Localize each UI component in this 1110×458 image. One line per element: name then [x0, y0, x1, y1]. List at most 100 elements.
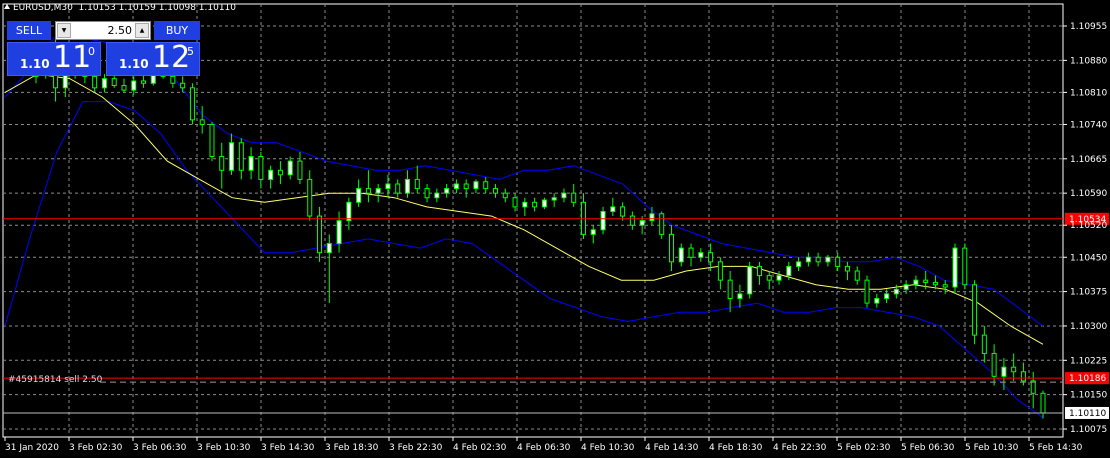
lot-size-value[interactable]: 2.50	[108, 22, 133, 39]
candle-body	[336, 220, 342, 245]
moving-average-line	[4, 73, 1044, 345]
candle-body	[708, 252, 714, 263]
x-tick-label: 5 Feb 02:30	[837, 443, 891, 453]
candle-body	[688, 247, 694, 258]
candle-body	[375, 188, 381, 194]
lot-size-field[interactable]: ▼ 2.50 ▲	[55, 21, 151, 40]
x-tick-label: 4 Feb 02:30	[453, 443, 507, 453]
collapse-triangle-icon[interactable]	[4, 4, 10, 9]
candle-body	[1011, 366, 1017, 373]
candle-body	[747, 265, 753, 295]
order-lines[interactable]: 1.105341.101861.10110#45915814 sell 2.50	[3, 212, 1109, 419]
candle-body	[727, 279, 733, 299]
x-tick-label: 5 Feb 14:30	[1029, 443, 1083, 453]
candle-body	[962, 247, 968, 286]
candle-body	[952, 247, 958, 288]
candle-body	[659, 213, 665, 235]
candle-body	[668, 233, 674, 263]
buy-price-pipette: 5	[187, 45, 194, 58]
chart-title-text: EURUSD,M30 1.10153 1.10159 1.10098 1.101…	[13, 3, 237, 13]
y-tick-label: 1.10075	[1070, 425, 1107, 435]
candle-body	[893, 288, 899, 295]
candle-body	[786, 265, 792, 277]
x-tick-label: 5 Feb 06:30	[901, 443, 955, 453]
candle-body	[639, 220, 645, 226]
x-tick-label: 31 Jan 2020	[5, 443, 59, 453]
candle-body	[229, 142, 235, 171]
bollinger-lower-line	[4, 101, 1044, 419]
sell-price-prefix: 1.10	[20, 57, 50, 71]
candle-body	[903, 284, 909, 290]
buy-price-big: 12	[152, 40, 191, 75]
candle-body	[854, 270, 860, 281]
candle-body	[131, 80, 137, 91]
candle-body	[483, 181, 489, 190]
candle-body	[678, 247, 684, 263]
y-tick-label: 1.10810	[1070, 88, 1107, 98]
buy-button[interactable]: BUY	[154, 21, 200, 40]
lot-decrease-icon[interactable]: ▼	[57, 23, 71, 38]
candle-body	[551, 197, 557, 201]
candle-body	[385, 183, 391, 190]
candle-body	[405, 178, 411, 194]
candle-body	[805, 256, 811, 263]
lot-increase-icon[interactable]: ▲	[135, 23, 149, 38]
candle-body	[610, 206, 616, 212]
candle-body	[365, 188, 371, 194]
candle-body	[277, 169, 283, 176]
sell-price-quote[interactable]: 1.10 11 0	[7, 40, 101, 76]
candle-body	[649, 213, 655, 222]
moving-average	[4, 73, 1044, 345]
candle-body	[141, 80, 147, 84]
candle-body	[463, 183, 469, 190]
candle-body	[444, 188, 450, 194]
bollinger-upper-line	[4, 36, 1044, 327]
candle-body	[307, 178, 313, 217]
buy-price-prefix: 1.10	[119, 57, 149, 71]
axes: 1.109551.108801.108101.107401.106651.105…	[4, 22, 1107, 453]
y-tick-label: 1.10740	[1070, 120, 1107, 130]
candle-body	[493, 188, 499, 194]
candle-body	[1040, 392, 1046, 414]
candle-body	[424, 188, 430, 199]
x-tick-label: 5 Feb 10:30	[965, 443, 1019, 453]
candle-body	[414, 178, 420, 190]
candle-body	[101, 78, 107, 89]
buy-price-quote[interactable]: 1.10 12 5	[106, 40, 200, 76]
candle-body	[844, 265, 850, 272]
candle-body	[620, 206, 626, 217]
candle-body	[532, 201, 538, 208]
candle-body	[473, 181, 479, 190]
candlesticks	[33, 26, 1046, 419]
candle-body	[972, 284, 978, 336]
candle-body	[737, 293, 743, 299]
candle-body	[776, 275, 782, 281]
candle-body	[600, 210, 606, 231]
candle-body	[991, 352, 997, 377]
sell-button[interactable]: SELL	[7, 21, 51, 40]
y-tick-label: 1.10955	[1070, 22, 1107, 32]
candle-body	[170, 75, 176, 84]
candle-body	[189, 87, 195, 121]
candle-body	[1020, 371, 1026, 382]
candle-body	[111, 78, 117, 87]
candle-body	[932, 281, 938, 286]
order-label: #45915814 sell 2.50	[8, 375, 103, 385]
candle-body	[571, 192, 577, 203]
candle-body	[502, 192, 508, 199]
candle-body	[346, 201, 352, 222]
chart-title: EURUSD,M30 1.10153 1.10159 1.10098 1.101…	[4, 3, 236, 13]
x-tick-label: 4 Feb 14:30	[645, 443, 699, 453]
candle-body	[825, 256, 831, 263]
candle-body	[590, 229, 596, 235]
x-tick-label: 3 Feb 22:30	[389, 443, 443, 453]
candle-body	[238, 142, 244, 171]
candle-body	[180, 82, 186, 89]
candle-body	[356, 188, 362, 203]
y-tick-label: 1.10450	[1070, 253, 1107, 263]
candle-body	[629, 215, 635, 226]
candle-body	[874, 297, 880, 304]
candle-body	[317, 215, 323, 254]
y-tick-label: 1.10520	[1070, 221, 1107, 231]
y-tick-label: 1.10225	[1070, 356, 1107, 366]
